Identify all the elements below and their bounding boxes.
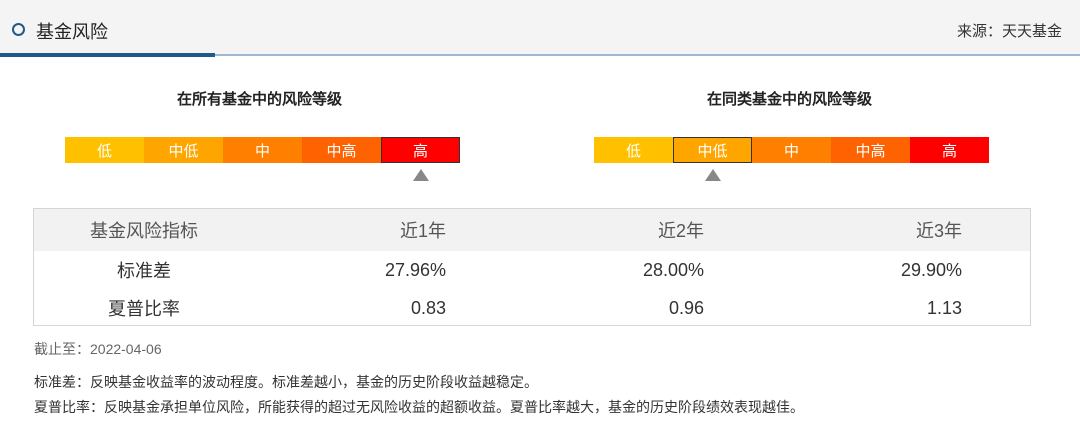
risk-level-3: 中高 (302, 137, 381, 163)
value-3y: 1.13 (926, 297, 962, 318)
risk-level-1: 中低 (144, 137, 223, 163)
table-row: 标准差 27.96% 28.00% 29.90% (34, 251, 1030, 289)
risk-metrics-table: 基金风险指标 近1年 近2年 近3年 标准差 27.96% 28.00% 29.… (33, 208, 1031, 326)
header-metric: 基金风险指标 (90, 221, 198, 242)
all-funds-risk-scale: 低中低中中高高 (65, 137, 460, 163)
risk-level-2: 中 (223, 137, 302, 163)
table-row: 夏普比率 0.83 0.96 1.13 (34, 289, 1030, 327)
risk-level-0: 低 (594, 137, 673, 163)
table-header-row: 基金风险指标 近1年 近2年 近3年 (34, 209, 1030, 251)
sharpe-note: 夏普比率：反映基金承担单位风险，所能获得的超过无风险收益的超额收益。夏普比率越大… (34, 400, 804, 416)
header-accent-bar (0, 53, 215, 57)
all-funds-risk-title: 在所有基金中的风险等级 (177, 90, 343, 108)
value-2y: 28.00% (642, 259, 704, 280)
section-header (0, 0, 1080, 56)
value-3y: 29.90% (900, 259, 962, 280)
as-of-date: 截止至：2022-04-06 (34, 341, 162, 357)
value-1y: 0.83 (410, 297, 446, 318)
peer-funds-risk-scale: 低中低中中高高 (594, 137, 989, 163)
all-funds-risk-pointer-icon (412, 169, 429, 181)
risk-level-3: 中高 (831, 137, 910, 163)
source-label: 来源：天天基金 (956, 22, 1062, 40)
header-3y: 近3年 (915, 221, 962, 241)
metric-name: 夏普比率 (108, 299, 180, 320)
peer-funds-risk-title: 在同类基金中的风险等级 (707, 90, 873, 108)
metric-name: 标准差 (117, 261, 171, 282)
risk-level-4: 高 (381, 137, 460, 163)
risk-level-1: 中低 (673, 137, 752, 163)
risk-level-4: 高 (910, 137, 989, 163)
header-1y: 近1年 (399, 221, 446, 241)
value-1y: 27.96% (384, 259, 446, 280)
risk-level-0: 低 (65, 137, 144, 163)
std-dev-note: 标准差：反映基金收益率的波动程度。标准差越小，基金的历史阶段收益越稳定。 (34, 375, 538, 391)
peer-funds-risk-pointer-icon (704, 169, 721, 181)
header-2y: 近2年 (657, 221, 704, 241)
value-2y: 0.96 (668, 297, 704, 318)
risk-level-2: 中 (752, 137, 831, 163)
circle-bullet-icon (12, 23, 25, 36)
section-title: 基金风险 (36, 22, 108, 43)
